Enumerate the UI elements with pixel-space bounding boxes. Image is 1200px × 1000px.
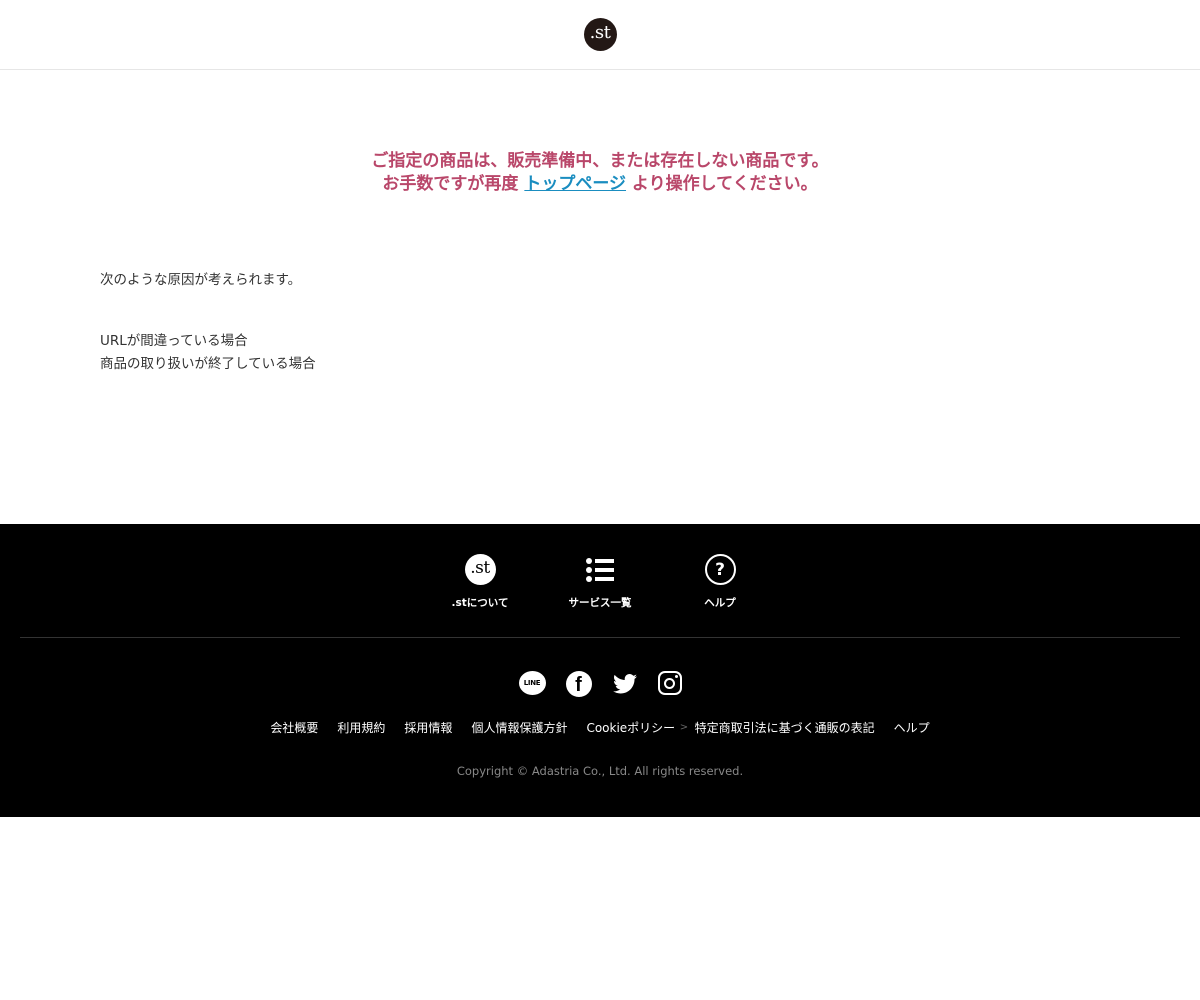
footer-links: 会社概要 利用規約 採用情報 個人情報保護方針 Cookieポリシー > 特定商…: [0, 719, 1200, 736]
list-item: 商品の取り扱いが終了している場合: [100, 356, 316, 372]
footer-nav-about[interactable]: .st .stについて: [420, 554, 540, 637]
site-logo[interactable]: .st: [583, 18, 617, 51]
site-footer: .st .stについて サービス一覧 ? ヘルプ LINE f 会社概要 利用規…: [0, 524, 1200, 817]
footer-link-privacy[interactable]: 個人情報保護方針: [471, 719, 567, 736]
footer-divider: [20, 637, 1180, 638]
error-line-1: ご指定の商品は、販売準備中、または存在しない商品です。: [371, 151, 829, 171]
twitter-icon[interactable]: [612, 671, 638, 697]
footer-link-cookie[interactable]: Cookieポリシー: [586, 719, 675, 736]
line-icon[interactable]: LINE: [518, 671, 546, 695]
footer-link-terms[interactable]: 利用規約: [337, 719, 385, 736]
footer-link-recruit[interactable]: 採用情報: [404, 719, 452, 736]
copyright: Copyright © Adastria Co., Ltd. All right…: [456, 764, 744, 778]
st-logo-icon: .st: [464, 554, 496, 585]
error-line-2-prefix: お手数ですが再度: [382, 174, 525, 194]
site-header: .st: [0, 0, 1200, 70]
causes-intro: 次のような原因が考えられます。: [100, 272, 302, 288]
list-item: URLが間違っている場合: [100, 333, 248, 349]
footer-nav-label: ヘルプ: [704, 597, 736, 609]
footer-nav-label: .stについて: [451, 597, 509, 609]
facebook-icon[interactable]: f: [565, 671, 592, 697]
causes-list: URLが間違っている場合 商品の取り扱いが終了している場合: [100, 330, 316, 376]
footer-link-tokushoho[interactable]: 特定商取引法に基づく通販の表記: [695, 719, 875, 736]
footer-nav-services[interactable]: サービス一覧: [540, 554, 660, 637]
help-icon: ?: [704, 554, 736, 585]
instagram-dot: [674, 675, 678, 678]
footer-nav-label: サービス一覧: [568, 597, 632, 609]
footer-link-help[interactable]: ヘルプ: [894, 719, 930, 736]
error-line-2-suffix: より操作してください。: [626, 174, 818, 194]
instagram-icon[interactable]: [657, 671, 682, 695]
social-links: LINE f: [0, 671, 1200, 697]
error-line-2: お手数ですが再度 トップページ より操作してください。: [0, 173, 1200, 196]
footer-nav: .st .stについて サービス一覧 ? ヘルプ: [0, 524, 1200, 637]
instagram-lens: [664, 677, 675, 689]
footer-link-company[interactable]: 会社概要: [270, 719, 318, 736]
footer-nav-help[interactable]: ? ヘルプ: [660, 554, 780, 637]
error-message: ご指定の商品は、販売準備中、または存在しない商品です。 お手数ですが再度 トップ…: [0, 150, 1200, 196]
list-icon: [585, 554, 616, 585]
top-page-link[interactable]: トップページ: [524, 174, 626, 194]
chevron-right-icon: >: [679, 722, 689, 733]
